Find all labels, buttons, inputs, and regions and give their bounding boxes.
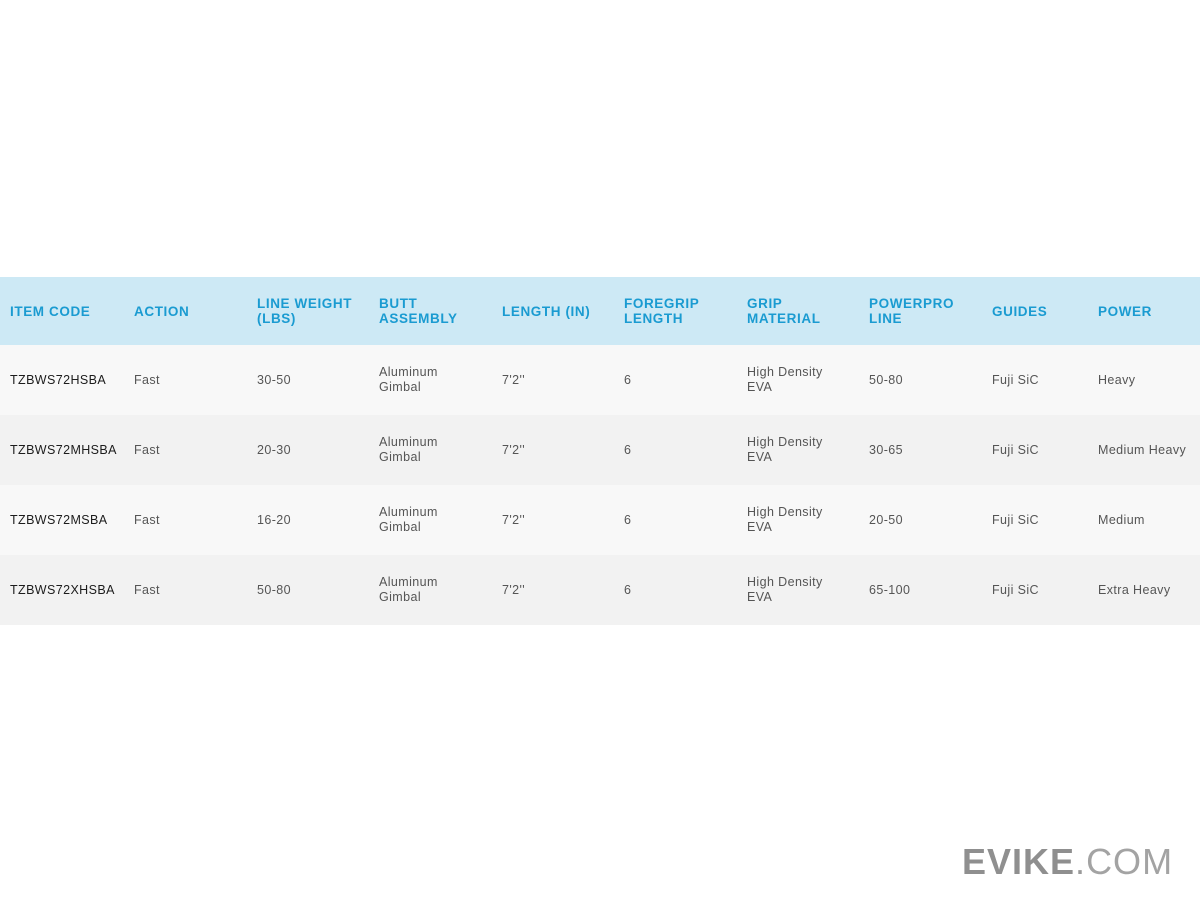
cell-butt-assembly: Aluminum Gimbal <box>379 435 438 464</box>
watermark-tld: COM <box>1086 841 1174 882</box>
table-row: TZBWS72XHSBA Fast 50-80 Aluminum Gimbal 7… <box>0 555 1200 625</box>
header-butt-assembly: BUTT ASSEMBLY <box>379 296 458 326</box>
cell-powerpro-line: 65-100 <box>869 582 911 597</box>
cell-length: 7'2'' <box>502 512 526 527</box>
cell-power: Heavy <box>1098 372 1136 387</box>
header-powerpro-line: POWERPRO LINE <box>869 296 955 326</box>
cell-guides: Fuji SiC <box>992 442 1039 457</box>
table-row: TZBWS72HSBA Fast 30-50 Aluminum Gimbal 7'… <box>0 345 1200 415</box>
cell-foregrip-length: 6 <box>624 442 632 457</box>
header-item-code: ITEM CODE <box>10 303 91 319</box>
cell-powerpro-line: 30-65 <box>869 442 903 457</box>
cell-power: Extra Heavy <box>1098 582 1171 597</box>
cell-action: Fast <box>134 512 160 527</box>
table-header: ITEM CODE ACTION LINE WEIGHT (LBS) BUTT AS… <box>0 277 1200 345</box>
header-length: LENGTH (IN) <box>502 303 591 319</box>
cell-butt-assembly: Aluminum Gimbal <box>379 575 438 604</box>
watermark-brand: EVIKE <box>962 841 1076 882</box>
evike-watermark-logo: EVIKE.COM <box>962 842 1173 882</box>
cell-line-weight: 20-30 <box>257 442 291 457</box>
table-row: TZBWS72MHSBA Fast 20-30 Aluminum Gimbal 7… <box>0 415 1200 485</box>
cell-butt-assembly: Aluminum Gimbal <box>379 505 438 534</box>
cell-length: 7'2'' <box>502 442 526 457</box>
cell-item-code: TZBWS72MSBA <box>10 512 108 527</box>
cell-foregrip-length: 6 <box>624 582 632 597</box>
page: ITEM CODE ACTION LINE WEIGHT (LBS) BUTT AS… <box>0 0 1200 900</box>
watermark-dot: . <box>1075 841 1087 882</box>
cell-powerpro-line: 50-80 <box>869 372 903 387</box>
cell-line-weight: 16-20 <box>257 512 291 527</box>
header-action: ACTION <box>134 303 190 319</box>
cell-item-code: TZBWS72MHSBA <box>10 442 117 457</box>
header-line-weight: LINE WEIGHT (LBS) <box>257 296 353 326</box>
cell-item-code: TZBWS72HSBA <box>10 372 107 387</box>
cell-grip-material: High Density EVA <box>747 575 823 604</box>
cell-grip-material: High Density EVA <box>747 365 823 394</box>
header-guides: GUIDES <box>992 303 1048 319</box>
spec-table: ITEM CODE ACTION LINE WEIGHT (LBS) BUTT AS… <box>0 277 1200 625</box>
cell-line-weight: 30-50 <box>257 372 291 387</box>
table-row: TZBWS72MSBA Fast 16-20 Aluminum Gimbal 7'… <box>0 485 1200 555</box>
cell-action: Fast <box>134 372 160 387</box>
cell-guides: Fuji SiC <box>992 512 1039 527</box>
header-power: POWER <box>1098 303 1153 319</box>
cell-power: Medium Heavy <box>1098 442 1187 457</box>
cell-line-weight: 50-80 <box>257 582 291 597</box>
cell-action: Fast <box>134 442 160 457</box>
cell-guides: Fuji SiC <box>992 372 1039 387</box>
header-grip-material: GRIP MATERIAL <box>747 296 821 326</box>
header-foregrip-length: FOREGRIP LENGTH <box>624 296 700 326</box>
cell-length: 7'2'' <box>502 372 526 387</box>
cell-grip-material: High Density EVA <box>747 505 823 534</box>
cell-butt-assembly: Aluminum Gimbal <box>379 365 438 394</box>
cell-action: Fast <box>134 582 160 597</box>
cell-power: Medium <box>1098 512 1145 527</box>
cell-powerpro-line: 20-50 <box>869 512 903 527</box>
cell-length: 7'2'' <box>502 582 526 597</box>
cell-grip-material: High Density EVA <box>747 435 823 464</box>
cell-foregrip-length: 6 <box>624 512 632 527</box>
cell-guides: Fuji SiC <box>992 582 1039 597</box>
cell-foregrip-length: 6 <box>624 372 632 387</box>
cell-item-code: TZBWS72XHSBA <box>10 582 115 597</box>
